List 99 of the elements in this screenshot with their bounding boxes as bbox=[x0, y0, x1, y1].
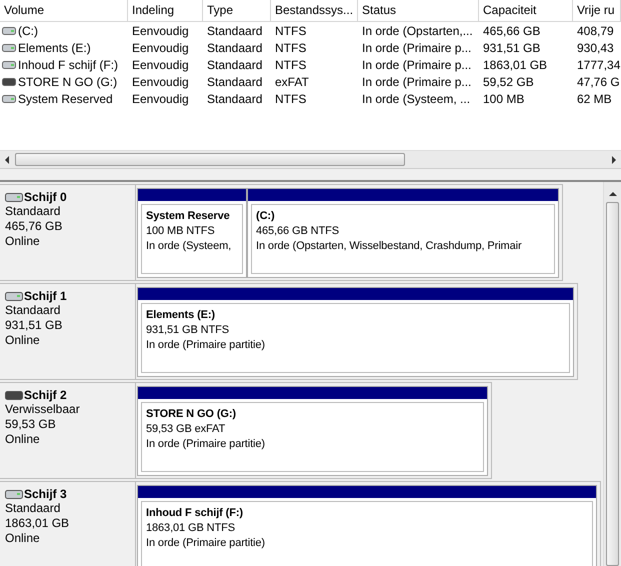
table-cell: STORE N GO (G:) bbox=[18, 74, 118, 88]
table-cell: Inhoud F schijf (F:) bbox=[18, 58, 118, 72]
partition-size: 100 MB NTFS bbox=[146, 224, 215, 239]
drive-icon bbox=[2, 60, 16, 68]
table-cell: In orde (Systeem, ... bbox=[362, 92, 470, 106]
table-cell: 100 MB bbox=[483, 92, 524, 106]
table-cell: Standaard bbox=[207, 74, 262, 88]
column-header[interactable]: Volume bbox=[0, 0, 128, 21]
table-cell: 62 MB bbox=[577, 92, 612, 106]
drive-icon bbox=[5, 192, 23, 202]
drive-icon bbox=[2, 44, 16, 52]
partition-block[interactable]: Elements (E:) 931,51 GB NTFS In orde (Primaire partitie) bbox=[137, 287, 574, 377]
partition-block[interactable]: Inhoud F schijf (F:) 1863,01 GB NTFS In orde (Primaire partitie) bbox=[137, 485, 597, 566]
disk-type: Standaard bbox=[5, 501, 62, 516]
table-cell: Eenvoudig bbox=[132, 74, 189, 88]
disk-size: 465,76 GB bbox=[5, 219, 64, 234]
column-header[interactable]: Bestandssys... bbox=[271, 0, 358, 21]
disk-info-panel[interactable]: Schijf 1 Standaard 931,51 GB Online bbox=[0, 283, 136, 380]
table-cell: Eenvoudig bbox=[132, 58, 189, 72]
scroll-thumb[interactable] bbox=[15, 153, 405, 166]
partition-block[interactable]: System Reserve 100 MB NTFS In orde (Systeem, bbox=[137, 188, 247, 278]
table-cell: NTFS bbox=[275, 40, 306, 54]
table-cell: NTFS bbox=[275, 92, 306, 106]
partition-status: In orde (Systeem, bbox=[146, 239, 232, 254]
scroll-left-icon[interactable] bbox=[3, 154, 11, 164]
partition-status: In orde (Opstarten, Wisselbestand, Crashdump, Primair bbox=[256, 239, 522, 254]
partition-size: 465,66 GB NTFS bbox=[256, 224, 339, 239]
partition-block[interactable]: (C:) 465,66 GB NTFS In orde (Opstarten, Wisselbestand, Crashdump, Primair bbox=[247, 188, 559, 278]
disk-name: Schijf 1 bbox=[24, 289, 67, 303]
scroll-thumb[interactable] bbox=[606, 202, 619, 566]
table-cell: In orde (Opstarten,... bbox=[362, 24, 473, 38]
table-cell: 1777,34 bbox=[577, 58, 620, 72]
drive-icon bbox=[5, 490, 23, 498]
drive-icon bbox=[5, 390, 23, 400]
disk-name: Schijf 2 bbox=[24, 388, 67, 402]
disk-type: Standaard bbox=[5, 204, 62, 219]
table-cell: Elements (E:) bbox=[18, 40, 91, 54]
disk-type: Standaard bbox=[5, 303, 62, 318]
table-cell: (C:) bbox=[18, 24, 38, 38]
table-cell: 59,52 GB bbox=[483, 74, 534, 88]
disk-status: Online bbox=[5, 234, 41, 249]
table-cell: 1863,01 GB bbox=[483, 58, 548, 72]
drive-icon bbox=[5, 292, 23, 300]
scroll-up-icon[interactable] bbox=[608, 190, 618, 198]
partition-size: 59,53 GB exFAT bbox=[146, 422, 226, 437]
disk-info-panel[interactable]: Schijf 3 Standaard 1863,01 GB Online bbox=[0, 481, 136, 566]
table-cell: 931,51 GB bbox=[483, 40, 540, 54]
disk-status: Online bbox=[5, 432, 41, 447]
scroll-right-icon[interactable] bbox=[610, 154, 618, 164]
table-cell: 930,43 bbox=[577, 40, 614, 54]
horizontal-scrollbar[interactable] bbox=[0, 150, 621, 169]
table-cell: Standaard bbox=[207, 92, 262, 106]
table-cell: NTFS bbox=[275, 24, 306, 38]
table-cell: 408,79 bbox=[577, 24, 614, 38]
vertical-scrollbar[interactable] bbox=[603, 182, 621, 566]
drive-icon bbox=[2, 26, 16, 34]
disk-name: Schijf 0 bbox=[24, 190, 67, 204]
table-cell: 465,66 GB bbox=[483, 24, 540, 38]
disk-status: Online bbox=[5, 531, 41, 546]
column-header[interactable]: Status bbox=[358, 0, 479, 21]
disk-type: Verwisselbaar bbox=[5, 402, 81, 417]
partition-name: STORE N GO (G:) bbox=[146, 407, 236, 422]
column-header[interactable]: Vrije ru bbox=[573, 0, 621, 21]
disk-status: Online bbox=[5, 333, 41, 348]
disk-info-panel[interactable]: Schijf 2 Verwisselbaar 59,53 GB Online bbox=[0, 382, 136, 479]
partition-status: In orde (Primaire partitie) bbox=[146, 437, 265, 452]
disk-size: 931,51 GB bbox=[5, 318, 64, 333]
table-cell: exFAT bbox=[275, 74, 309, 88]
disk-name: Schijf 3 bbox=[24, 487, 67, 501]
partition-name: (C:) bbox=[256, 209, 275, 224]
table-cell: Standaard bbox=[207, 24, 262, 38]
partition-name: System Reserve bbox=[146, 209, 230, 224]
disk-size: 1863,01 GB bbox=[5, 516, 70, 531]
table-cell: In orde (Primaire p... bbox=[362, 74, 472, 88]
disk-size: 59,53 GB bbox=[5, 417, 57, 432]
table-cell: 47,76 G bbox=[577, 74, 620, 88]
disk-info-panel[interactable]: Schijf 0 Standaard 465,76 GB Online bbox=[0, 184, 136, 281]
table-cell: NTFS bbox=[275, 58, 306, 72]
table-cell: In orde (Primaire p... bbox=[362, 58, 472, 72]
table-cell: Standaard bbox=[207, 40, 262, 54]
partition-name: Elements (E:) bbox=[146, 308, 215, 323]
partition-size: 1863,01 GB NTFS bbox=[146, 521, 235, 536]
table-cell: System Reserved bbox=[18, 92, 113, 106]
partition-status: In orde (Primaire partitie) bbox=[146, 536, 265, 551]
pane-splitter[interactable] bbox=[0, 169, 621, 182]
partition-block[interactable]: STORE N GO (G:) 59,53 GB exFAT In orde (Primaire partitie) bbox=[137, 386, 488, 476]
table-cell: Standaard bbox=[207, 58, 262, 72]
partition-status: In orde (Primaire partitie) bbox=[146, 338, 265, 353]
table-cell: Eenvoudig bbox=[132, 92, 189, 106]
table-cell: Eenvoudig bbox=[132, 24, 189, 38]
column-header[interactable]: Type bbox=[203, 0, 271, 21]
drive-icon bbox=[2, 94, 16, 102]
partition-name: Inhoud F schijf (F:) bbox=[146, 506, 243, 521]
drive-icon bbox=[2, 78, 16, 86]
column-header[interactable]: Capaciteit bbox=[479, 0, 573, 21]
table-cell: Eenvoudig bbox=[132, 40, 189, 54]
table-cell: In orde (Primaire p... bbox=[362, 40, 472, 54]
column-header[interactable]: Indeling bbox=[128, 0, 203, 21]
partition-size: 931,51 GB NTFS bbox=[146, 323, 229, 338]
